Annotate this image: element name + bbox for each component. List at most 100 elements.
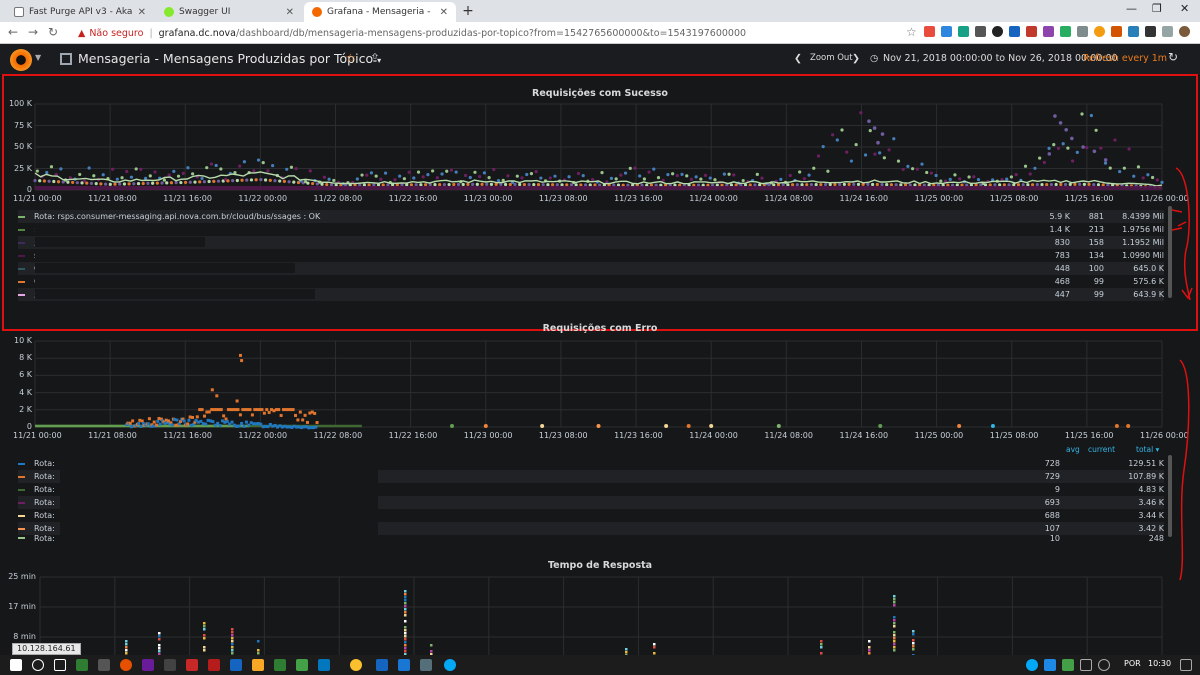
- scatter-point: [893, 604, 896, 607]
- scatter-point: [231, 640, 234, 643]
- scatter-point: [653, 646, 656, 649]
- scatter-point: [231, 643, 234, 646]
- scatter-point: [404, 608, 407, 611]
- windows-taskbar: POR 10:30: [0, 655, 1200, 675]
- notifications-icon[interactable]: [1180, 659, 1192, 671]
- windows-start-icon[interactable]: [10, 659, 22, 671]
- scatter-point: [231, 634, 234, 637]
- app-icon[interactable]: [120, 659, 132, 671]
- scatter-point: [404, 605, 407, 608]
- scatter-point: [653, 643, 656, 646]
- response-chart[interactable]: [0, 0, 1200, 675]
- scatter-point: [893, 601, 896, 604]
- scatter-point: [868, 649, 871, 652]
- scatter-point: [404, 647, 407, 650]
- scatter-point: [893, 643, 896, 646]
- scatter-point: [912, 645, 915, 648]
- scatter-point: [125, 643, 128, 646]
- scatter-point: [893, 649, 896, 652]
- scatter-point: [158, 638, 161, 641]
- search-icon[interactable]: [32, 659, 44, 671]
- scatter-point: [893, 625, 896, 628]
- scatter-point: [893, 619, 896, 622]
- scatter-point: [893, 622, 896, 625]
- scatter-point: [893, 637, 896, 640]
- scatter-point: [820, 646, 823, 649]
- visual-studio-icon[interactable]: [142, 659, 154, 671]
- scatter-point: [404, 632, 407, 635]
- app-icon[interactable]: [208, 659, 220, 671]
- scatter-point: [404, 635, 407, 638]
- scatter-point: [912, 633, 915, 636]
- scatter-point: [158, 644, 161, 647]
- scatter-point: [158, 635, 161, 638]
- tray-skype-icon[interactable]: [1026, 659, 1038, 671]
- scatter-point: [203, 622, 206, 625]
- scatter-point: [912, 648, 915, 651]
- scatter-point: [868, 646, 871, 649]
- scatter-point: [625, 651, 628, 654]
- scatter-point: [404, 650, 407, 653]
- scatter-point: [125, 640, 128, 643]
- scatter-point: [430, 650, 433, 653]
- skype-icon[interactable]: [444, 659, 456, 671]
- scatter-point: [912, 642, 915, 645]
- scatter-point: [625, 648, 628, 651]
- scatter-point: [404, 638, 407, 641]
- scatter-point: [203, 649, 206, 652]
- scatter-point: [203, 625, 206, 628]
- scatter-point: [404, 644, 407, 647]
- app-icon[interactable]: [318, 659, 330, 671]
- scatter-point: [257, 649, 260, 652]
- scatter-point: [893, 631, 896, 634]
- task-view-icon[interactable]: [54, 659, 66, 671]
- status-url-tooltip: 10.128.164.61: [12, 643, 81, 655]
- scatter-point: [231, 649, 234, 652]
- scatter-point: [158, 632, 161, 635]
- scatter-point: [893, 640, 896, 643]
- scatter-point: [203, 628, 206, 631]
- network-icon[interactable]: [1108, 659, 1120, 671]
- scatter-point: [404, 590, 407, 593]
- scatter-point: [404, 602, 407, 605]
- word-icon[interactable]: [376, 659, 388, 671]
- edge-icon[interactable]: [230, 659, 242, 671]
- scatter-point: [404, 614, 407, 617]
- scatter-point: [231, 637, 234, 640]
- scatter-point: [893, 616, 896, 619]
- app-icon[interactable]: [398, 659, 410, 671]
- tray-app-icon[interactable]: [1062, 659, 1074, 671]
- scatter-point: [404, 626, 407, 629]
- scatter-point: [231, 646, 234, 649]
- scatter-point: [404, 629, 407, 632]
- scatter-point: [203, 637, 206, 640]
- scatter-point: [257, 640, 260, 643]
- scatter-point: [893, 646, 896, 649]
- app-icon[interactable]: [420, 659, 432, 671]
- scatter-point: [912, 630, 915, 633]
- tray-icon[interactable]: [1080, 659, 1092, 671]
- scatter-point: [912, 639, 915, 642]
- app-icon[interactable]: [98, 659, 110, 671]
- app-icon[interactable]: [76, 659, 88, 671]
- scatter-point: [820, 640, 823, 643]
- app-icon[interactable]: [274, 659, 286, 671]
- folder-icon[interactable]: [252, 659, 264, 671]
- app-icon[interactable]: [164, 659, 176, 671]
- scatter-point: [893, 595, 896, 598]
- scatter-point: [868, 640, 871, 643]
- scatter-point: [231, 628, 234, 631]
- scatter-point: [404, 596, 407, 599]
- scatter-point: [893, 598, 896, 601]
- scatter-point: [158, 647, 161, 650]
- app-icon[interactable]: [186, 659, 198, 671]
- app-icon[interactable]: [296, 659, 308, 671]
- clock[interactable]: 10:30: [1148, 659, 1171, 668]
- language-indicator[interactable]: POR: [1124, 659, 1141, 668]
- scatter-point: [404, 611, 407, 614]
- chrome-icon[interactable]: [350, 659, 362, 671]
- scatter-point: [404, 599, 407, 602]
- tray-shield-icon[interactable]: [1044, 659, 1056, 671]
- scatter-point: [125, 649, 128, 652]
- scatter-point: [430, 644, 433, 647]
